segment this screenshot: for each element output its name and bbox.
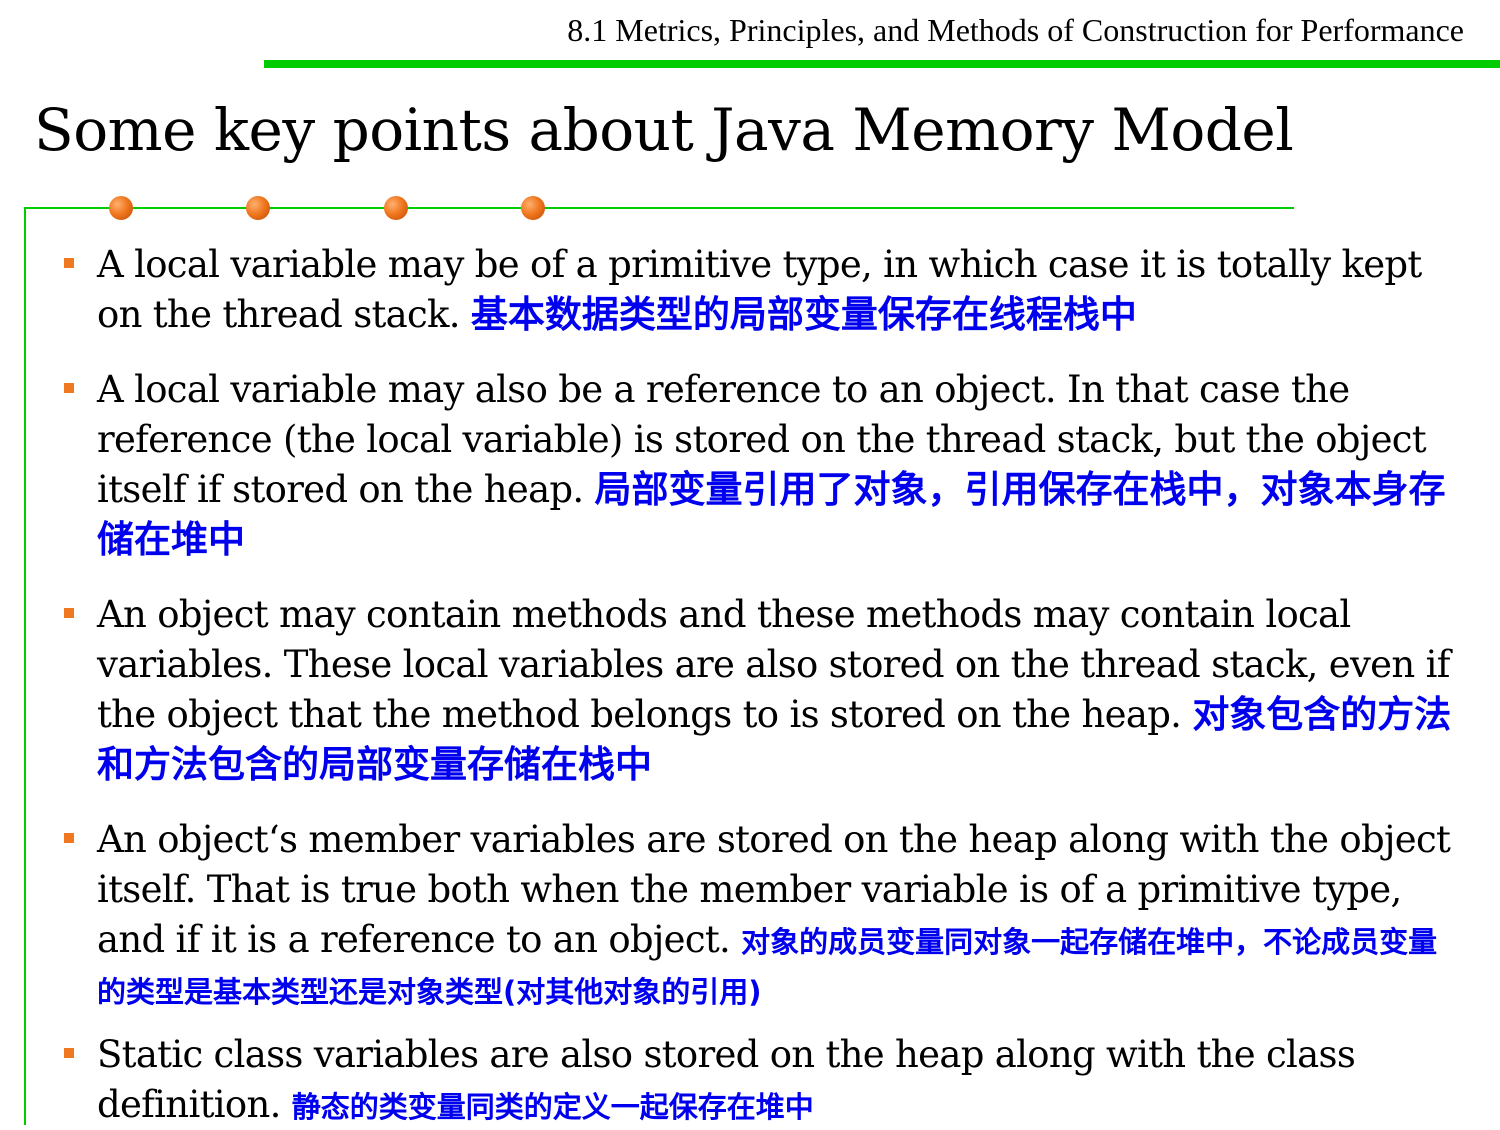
square-bullet-icon <box>64 1048 74 1058</box>
slide-title: Some key points about Java Memory Model <box>34 96 1294 164</box>
square-bullet-icon <box>64 258 74 268</box>
decorative-dot-icon <box>384 196 408 220</box>
square-bullet-icon <box>64 608 74 618</box>
decorative-dot-icon <box>521 196 545 220</box>
left-rule <box>24 207 26 1125</box>
bullet-chinese-translation: 基本数据类型的局部变量保存在线程栈中 <box>470 293 1137 336</box>
square-bullet-icon <box>64 833 74 843</box>
header-rule <box>264 60 1500 68</box>
title-rule <box>24 207 1294 209</box>
section-header: 8.1 Metrics, Principles, and Methods of … <box>567 12 1464 48</box>
decorative-dot-icon <box>109 196 133 220</box>
bullet-chinese-translation: 静态的类变量同类的定义一起保存在堆中 <box>291 1090 814 1124</box>
decorative-dot-icon <box>246 196 270 220</box>
square-bullet-icon <box>64 383 74 393</box>
